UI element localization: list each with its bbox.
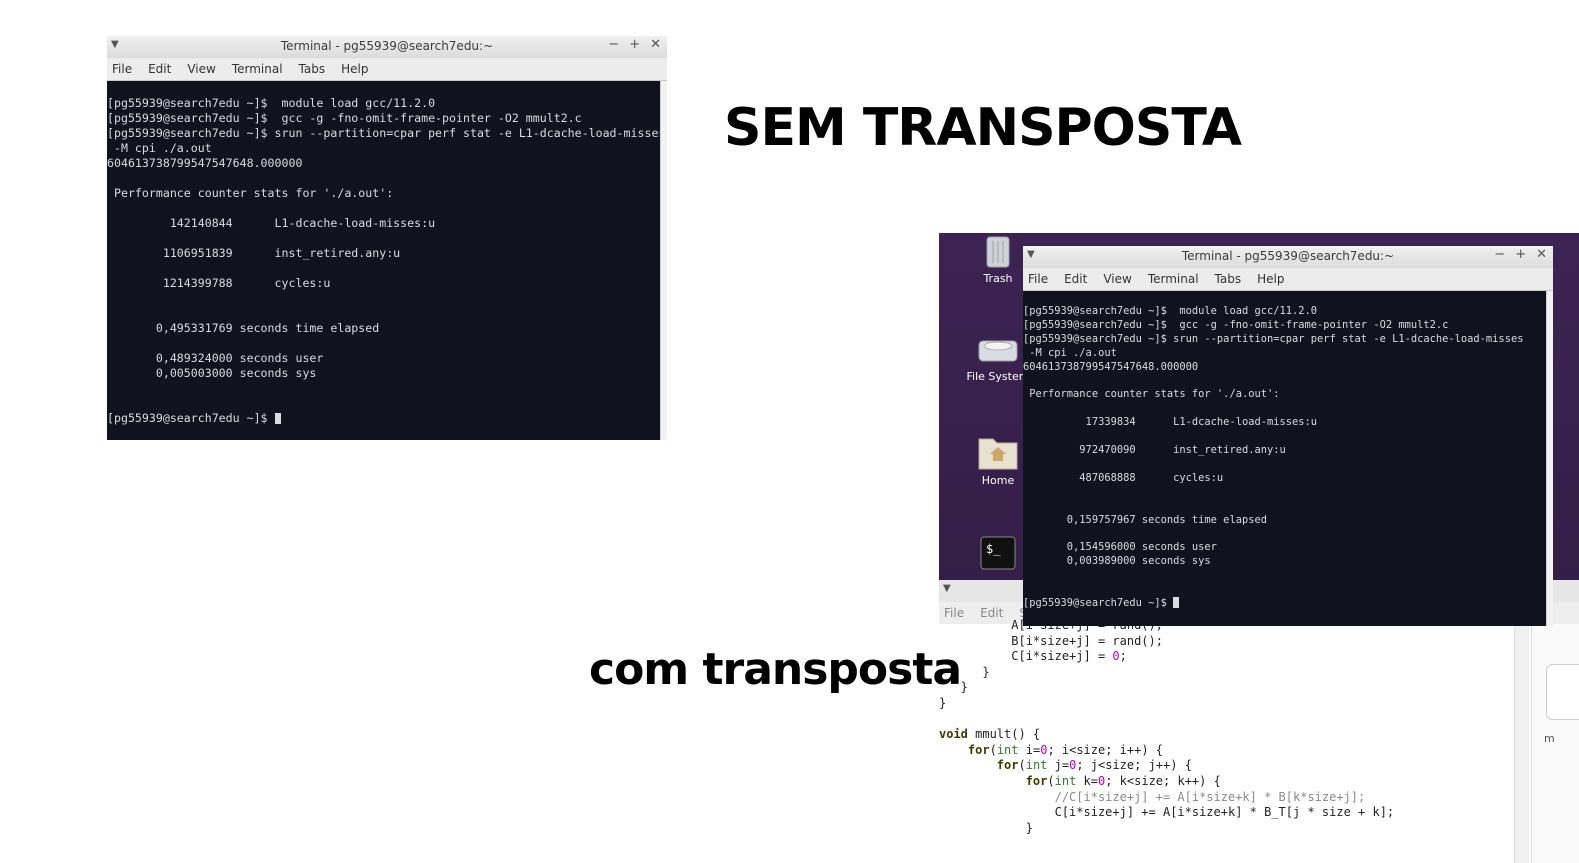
terminal-line: 0,154596000 seconds user — [1066, 541, 1217, 554]
editor-code-area[interactable]: A[i*size+j] = rand(); B[i*size+j] = rand… — [939, 618, 1549, 863]
menu-tabs[interactable]: Tabs — [294, 59, 331, 76]
menu-file[interactable]: File — [107, 59, 137, 76]
home-folder-icon — [978, 438, 1018, 470]
terminal-line: -M cpi ./a.out — [113, 141, 212, 155]
terminal-line: 0,489324000 seconds user — [155, 351, 324, 365]
terminal-window-com-transposta[interactable]: ▼ Terminal - pg55939@search7edu:~ − + ✕ Fi… — [1023, 246, 1553, 626]
menu-tabs[interactable]: Tabs — [1210, 269, 1247, 286]
terminal-prompt: [pg55939@search7edu ~]$ — [107, 411, 275, 425]
close-icon[interactable]: ✕ — [650, 37, 661, 52]
terminal-menubar: File Edit View Terminal Tabs Help — [1023, 268, 1553, 291]
terminal-prompt-line[interactable]: [pg55939@search7edu ~]$ — [1023, 597, 1553, 611]
terminal-output-text: [pg55939@search7edu ~]$ module load gcc/… — [107, 81, 667, 411]
menu-view[interactable]: View — [1098, 269, 1136, 286]
desktop-icon-label: Home — [981, 474, 1015, 487]
menu-terminal[interactable]: Terminal — [227, 59, 288, 76]
minimize-icon[interactable]: − — [1494, 247, 1505, 262]
terminal-line: 0,003989000 seconds sys — [1066, 555, 1211, 568]
terminal-line: [pg55939@search7edu ~]$ gcc -g -fno-omit… — [1023, 318, 1449, 331]
window-menu-icon[interactable]: ▼ — [943, 583, 951, 594]
terminal-line: 0,005003000 seconds sys — [155, 366, 317, 380]
terminal-cursor — [1173, 597, 1180, 609]
desktop-icon-label: Trash — [983, 272, 1013, 285]
menu-help[interactable]: Help — [336, 59, 373, 76]
terminal-line: 1214399788 cycles:u — [162, 276, 331, 290]
close-icon[interactable]: ✕ — [1536, 247, 1547, 262]
terminal-icon: $_ — [980, 536, 1016, 570]
editor-scrollbar[interactable] — [1514, 624, 1529, 863]
terminal-prompt: [pg55939@search7edu ~]$ — [1023, 596, 1174, 609]
maximize-icon[interactable]: + — [629, 37, 640, 52]
terminal-titlebar[interactable]: ▼ Terminal - pg55939@search7edu:~ − + ✕ — [1023, 246, 1553, 269]
menu-file[interactable]: File — [1023, 269, 1053, 286]
menu-terminal[interactable]: Terminal — [1143, 269, 1204, 286]
terminal-titlebar[interactable]: ▼ Terminal - pg55939@search7edu:~ − + ✕ — [107, 36, 667, 59]
terminal-title: Terminal - pg55939@search7edu:~ — [280, 39, 494, 53]
terminal-line: [pg55939@search7edu ~]$ srun --partition… — [1023, 332, 1524, 345]
terminal-line: 972470090 inst_retired.any:u — [1079, 443, 1286, 456]
terminal-line: Performance counter stats for './a.out': — [1029, 388, 1280, 401]
menu-view[interactable]: View — [182, 59, 220, 76]
terminal-line: 604613738799547547648.000000 — [1023, 360, 1199, 373]
terminal-line: -M cpi ./a.out — [1029, 346, 1117, 359]
maximize-icon[interactable]: + — [1515, 247, 1526, 262]
terminal-line: [pg55939@search7edu ~]$ module load gcc/… — [107, 96, 436, 110]
terminal-line: 142140844 L1-dcache-load-misses:u — [169, 216, 436, 230]
editor-side-panel: m — [1531, 624, 1579, 863]
svg-text:$_: $_ — [986, 542, 1001, 556]
terminal-line: 0,495331769 seconds time elapsed — [155, 321, 380, 335]
menu-edit[interactable]: Edit — [1059, 269, 1092, 286]
terminal-window-sem-transposta[interactable]: ▼ Terminal - pg55939@search7edu:~ − + ✕ Fi… — [107, 36, 667, 440]
heading-com-transposta: com transposta — [589, 644, 962, 695]
terminal-line: [pg55939@search7edu ~]$ srun --partition… — [107, 126, 666, 140]
terminal-line: [pg55939@search7edu ~]$ module load gcc/… — [1023, 304, 1318, 317]
terminal-line: 1106951839 inst_retired.any:u — [162, 246, 401, 260]
terminal-cursor — [274, 413, 281, 424]
terminal-line: 0,159757967 seconds time elapsed — [1066, 513, 1267, 526]
terminal-line: [pg55939@search7edu ~]$ gcc -g -fno-omit… — [107, 111, 582, 125]
terminal-menubar: File Edit View Terminal Tabs Help — [107, 58, 667, 81]
terminal-output[interactable]: [pg55939@search7edu ~]$ module load gcc/… — [1023, 291, 1553, 626]
minimize-icon[interactable]: − — [608, 37, 619, 52]
side-panel-text: m — [1544, 732, 1555, 745]
trash-icon — [986, 236, 1010, 268]
terminal-output-text: [pg55939@search7edu ~]$ module load gcc/… — [1023, 291, 1553, 597]
terminal-scrollbar[interactable] — [660, 81, 667, 440]
terminal-output[interactable]: [pg55939@search7edu ~]$ module load gcc/… — [107, 81, 667, 440]
terminal-title: Terminal - pg55939@search7edu:~ — [1181, 249, 1395, 263]
terminal-scrollbar[interactable] — [1546, 291, 1553, 626]
menu-help[interactable]: Help — [1252, 269, 1289, 286]
terminal-line: 17339834 L1-dcache-load-misses:u — [1085, 416, 1318, 429]
heading-sem-transposta: SEM TRANSPOSTA — [724, 98, 1242, 158]
terminal-line: Performance counter stats for './a.out': — [113, 186, 394, 200]
terminal-prompt-line[interactable]: [pg55939@search7edu ~]$ — [107, 411, 667, 426]
terminal-line: 487068888 cycles:u — [1079, 471, 1224, 484]
source-code: A[i*size+j] = rand(); B[i*size+j] = rand… — [939, 618, 1395, 835]
terminal-line: 604613738799547547648.000000 — [107, 156, 303, 170]
menu-edit[interactable]: Edit — [143, 59, 176, 76]
desktop-icon-label: File System — [966, 370, 1030, 383]
side-panel-box[interactable] — [1546, 664, 1579, 720]
drive-icon — [978, 340, 1018, 362]
